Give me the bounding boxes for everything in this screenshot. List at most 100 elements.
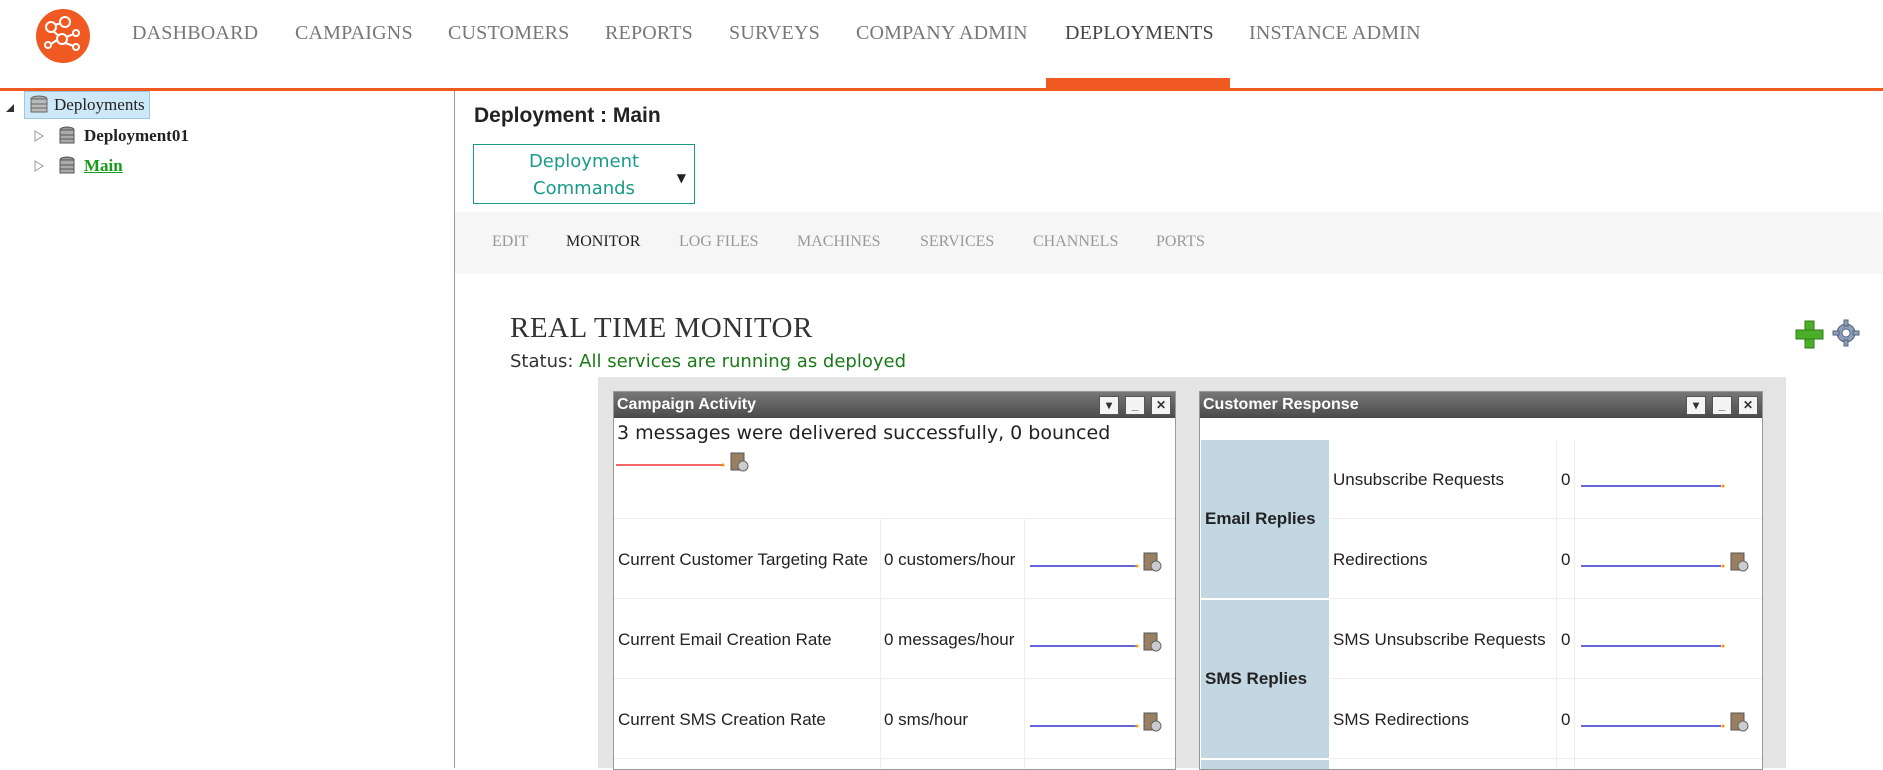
collapse-icon[interactable]: [4, 99, 16, 112]
commands-label-line2: Commands: [533, 178, 635, 199]
minimize-icon[interactable]: _: [1712, 396, 1732, 415]
status-label: Status:: [510, 351, 574, 372]
sparkline: [1581, 564, 1725, 568]
status-line: Status: All services are running as depl…: [510, 351, 906, 372]
tree-root-label: Deployments: [54, 95, 145, 114]
row-label: Redirections: [1333, 550, 1428, 569]
delivery-message: 3 messages were delivered successfully, …: [617, 422, 1111, 444]
add-widget-icon[interactable]: [1794, 319, 1824, 349]
sparkline: [1581, 724, 1725, 728]
tree-item-main[interactable]: Main: [34, 154, 123, 178]
row-value: 0 messages/hour: [884, 630, 1015, 649]
database-icon: [59, 156, 75, 174]
row-label: SMS Redirections: [1333, 710, 1470, 729]
nav-reports[interactable]: REPORTS: [605, 22, 693, 45]
expand-icon[interactable]: [34, 130, 44, 142]
nav-surveys[interactable]: SURVEYS: [729, 22, 820, 45]
divider: [1330, 758, 1762, 759]
deployments-folder-icon: [30, 95, 48, 113]
group-email-replies: Email Replies: [1201, 440, 1329, 598]
divider: [614, 758, 1175, 759]
monitor-title: REAL TIME MONITOR: [510, 312, 813, 344]
nav-instance-admin[interactable]: INSTANCE ADMIN: [1249, 22, 1421, 45]
tab-edit[interactable]: EDIT: [492, 233, 528, 251]
sparkline: [1030, 644, 1139, 648]
active-nav-indicator: [1046, 78, 1230, 88]
report-icon[interactable]: [1729, 712, 1749, 732]
tree-item-deployment01[interactable]: Deployment01: [34, 124, 189, 148]
row-value: 0: [1561, 630, 1571, 649]
sparkline: [1030, 724, 1139, 728]
campaign-activity-panel: Campaign Activity ▾ _ ✕ 3 messages were …: [613, 391, 1176, 770]
sparkline: [1030, 564, 1139, 568]
logo-icon: [44, 16, 80, 51]
report-icon[interactable]: [1142, 632, 1162, 652]
tree-item-label[interactable]: Deployment01: [84, 126, 189, 146]
tab-monitor[interactable]: MONITOR: [566, 233, 640, 251]
top-nav: DASHBOARD CAMPAIGNS CUSTOMERS REPORTS SU…: [0, 0, 1883, 91]
dropdown-icon[interactable]: ▾: [1686, 396, 1706, 415]
divider: [614, 678, 1175, 679]
report-icon[interactable]: [1142, 552, 1162, 572]
row-label: Current Email Creation Rate: [618, 630, 832, 649]
app-logo[interactable]: [36, 9, 90, 63]
row-value: 0 sms/hour: [884, 710, 969, 729]
commands-label-line1: Deployment: [528, 151, 640, 172]
row-value: 0: [1561, 550, 1571, 569]
row-value: 0: [1561, 470, 1571, 489]
sparkline: [616, 463, 725, 467]
report-icon[interactable]: [729, 452, 749, 472]
divider: [1024, 518, 1025, 769]
report-icon[interactable]: [1142, 712, 1162, 732]
group-sms-replies: SMS Replies: [1201, 600, 1329, 758]
row-value: 0: [1561, 710, 1571, 729]
database-icon: [59, 126, 75, 144]
divider: [614, 518, 1175, 519]
page-title: Deployment : Main: [474, 104, 661, 127]
dropdown-icon[interactable]: ▾: [1099, 396, 1119, 415]
panel-title: Customer Response: [1203, 396, 1359, 413]
nav-campaigns[interactable]: CAMPAIGNS: [295, 22, 413, 45]
tab-log-files[interactable]: LOG FILES: [679, 233, 759, 251]
tree-root-node[interactable]: Deployments: [24, 91, 150, 119]
nav-company-admin[interactable]: COMPANY ADMIN: [856, 22, 1028, 45]
group-more: [1201, 760, 1329, 769]
panel-title: Campaign Activity: [617, 396, 756, 413]
tab-ports[interactable]: PORTS: [1156, 233, 1205, 251]
deployment-tree: Deployments Deployment01 Main: [0, 91, 455, 768]
row-value: 0 customers/hour: [884, 550, 1016, 569]
divider: [1330, 678, 1762, 679]
divider: [1330, 518, 1762, 519]
divider: [1556, 440, 1557, 769]
expand-icon[interactable]: [34, 160, 44, 172]
tab-machines[interactable]: MACHINES: [797, 233, 881, 251]
deployment-tabs: EDIT MONITOR LOG FILES MACHINES SERVICES…: [455, 212, 1883, 274]
customer-response-header[interactable]: Customer Response ▾ _ ✕: [1200, 392, 1762, 418]
nav-dashboard[interactable]: DASHBOARD: [132, 22, 258, 45]
tab-channels[interactable]: CHANNELS: [1033, 233, 1118, 251]
minimize-icon[interactable]: _: [1125, 396, 1145, 415]
tab-services[interactable]: SERVICES: [920, 233, 994, 251]
close-icon[interactable]: ✕: [1151, 396, 1171, 415]
close-icon[interactable]: ✕: [1738, 396, 1758, 415]
divider: [1330, 598, 1762, 599]
divider: [1574, 440, 1575, 769]
nav-customers[interactable]: CUSTOMERS: [448, 22, 569, 45]
row-label: SMS Unsubscribe Requests: [1333, 630, 1546, 649]
tree-item-label-selected[interactable]: Main: [84, 156, 123, 176]
row-label: Current SMS Creation Rate: [618, 710, 826, 729]
caret-down-icon: ▼: [676, 171, 686, 185]
tree-root[interactable]: Deployments: [4, 91, 150, 119]
divider: [614, 598, 1175, 599]
sparkline: [1581, 644, 1725, 648]
nav-deployments[interactable]: DEPLOYMENTS: [1065, 22, 1214, 45]
campaign-activity-header[interactable]: Campaign Activity ▾ _ ✕: [614, 392, 1175, 418]
gear-icon[interactable]: [1832, 319, 1860, 347]
deployment-commands-button[interactable]: Deployment Commands ▼: [473, 144, 695, 204]
status-value: All services are running as deployed: [579, 351, 907, 372]
row-label: Unsubscribe Requests: [1333, 470, 1505, 489]
sparkline: [1581, 484, 1725, 488]
report-icon[interactable]: [1729, 552, 1749, 572]
row-label: Current Customer Targeting Rate: [618, 550, 869, 569]
divider: [880, 518, 881, 769]
